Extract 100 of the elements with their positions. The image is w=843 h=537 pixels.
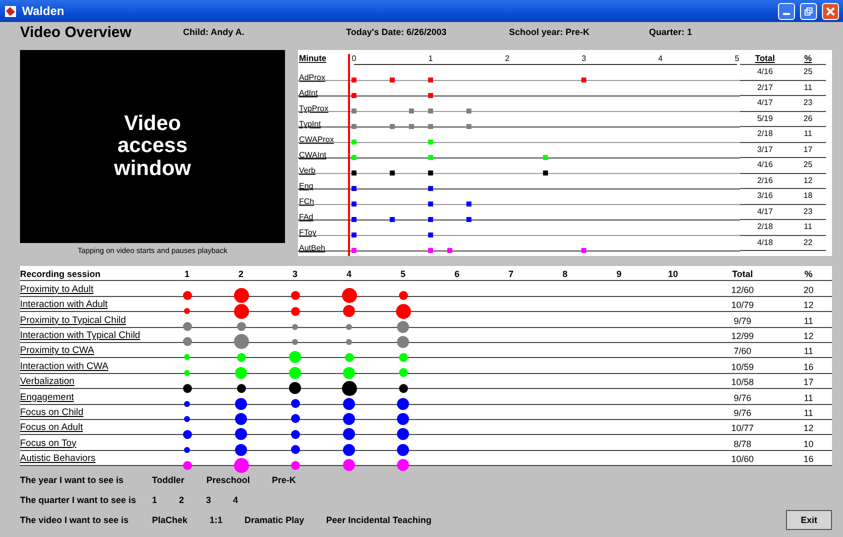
table-cell: 25 [790, 158, 826, 174]
minimize-icon [783, 13, 790, 15]
choice-option[interactable]: Peer Incidental Teaching [326, 515, 432, 525]
table-cell: 2/16 [740, 174, 790, 189]
row-label: Interaction with Typical Child [20, 330, 142, 342]
table-cell: 23 [790, 204, 826, 220]
choice-label: The year I want to see is [20, 475, 125, 485]
table-cell: 17 [790, 142, 826, 158]
app-icon [4, 4, 17, 18]
tick-label: 4 [658, 54, 663, 63]
table-cell-text: 10/60 [730, 453, 755, 466]
tick-label: 3 [582, 54, 586, 63]
table-cell-text: 12/60 [730, 284, 755, 296]
date-label: Today's Date: 6/26/2003 [346, 27, 448, 37]
video-window[interactable]: Video access window [20, 50, 285, 243]
row-label: Focus on Child [20, 406, 84, 419]
table-cell: 4/16 [740, 65, 790, 80]
table-cell: 5/19 [740, 112, 790, 127]
choice-option[interactable]: Pre-K [272, 475, 296, 485]
choice-option[interactable]: 3 [206, 495, 212, 505]
row-label: Focus on Toy [20, 438, 78, 450]
table-cell-text: 16 [802, 453, 814, 466]
close-button[interactable] [822, 2, 839, 20]
table-cell: 2/18 [740, 127, 790, 142]
table-cell: 11 [790, 220, 826, 236]
table-cell-text: 9/76 [732, 406, 752, 419]
table-cell-text: 12/99 [730, 330, 755, 342]
quarter-label: Quarter: 1 [649, 27, 694, 37]
row-label: FCh [299, 197, 314, 206]
table-cell-text: 10/77 [730, 422, 755, 434]
table-cell-text: 12 [802, 299, 814, 312]
tick-label: 1 [428, 54, 433, 63]
exit-button[interactable]: Exit [786, 510, 832, 530]
table-cell-text: 7/60 [732, 345, 752, 358]
row-label: Interaction with Adult [20, 299, 109, 312]
column-header: 8 [561, 268, 568, 280]
table-cell-text: 9/79 [732, 314, 752, 327]
row-label: Verb [299, 166, 316, 175]
choice-option[interactable]: 2 [179, 495, 184, 505]
column-header: 9 [615, 268, 622, 280]
column-header: 1 [183, 268, 190, 280]
row-label: CWAProx [299, 135, 334, 144]
row-label: CWAInt [299, 150, 326, 160]
table-cell: 25 [790, 65, 826, 80]
table-cell-text: 10/58 [730, 376, 755, 388]
row-label: Proximity to CWA [20, 345, 96, 358]
table-cell: 3/16 [740, 189, 790, 204]
column-header: Total [731, 268, 754, 280]
row-label: Proximity to Adult [20, 284, 94, 296]
table-cell: 11 [790, 80, 826, 96]
table-cell-text: 12 [802, 422, 814, 434]
table-cell-text: 12 [802, 330, 814, 342]
restore-button[interactable] [800, 2, 817, 20]
column-header: 7 [507, 268, 514, 280]
choice-option[interactable]: Toddler [152, 475, 184, 485]
choice-label: The video I want to see is [20, 515, 130, 525]
row-label: Verbalization [20, 376, 76, 388]
row-label: AdInt [299, 88, 318, 98]
table-cell: 4/16 [740, 158, 790, 174]
table-cell-text: 20 [802, 284, 814, 296]
choice-option[interactable]: PlaChek [152, 515, 188, 525]
child-label: Child: Andy A. [183, 27, 246, 37]
table-cell-text: 11 [802, 345, 814, 358]
column-header: % [803, 268, 814, 280]
table-cell: 4/18 [740, 236, 790, 251]
column-header: 10 [666, 268, 679, 280]
minimize-button[interactable] [778, 2, 795, 20]
table-cell-text: 10/79 [730, 299, 755, 312]
table-cell-text: 10 [802, 438, 814, 450]
tick-label: 2 [504, 54, 510, 63]
page-title: Video Overview [20, 24, 132, 40]
table-cell-text: 17 [802, 376, 814, 388]
table-cell: 26 [790, 112, 826, 127]
table-cell-text: 10/59 [730, 360, 755, 373]
table-cell: 4/17 [740, 96, 790, 112]
close-icon [826, 6, 835, 16]
tick-label: 5 [734, 54, 740, 63]
column-header: 6 [453, 268, 460, 280]
table-cell-text: 9/76 [732, 392, 752, 404]
choice-option[interactable]: Dramatic Play [244, 515, 304, 525]
column-header: 4 [345, 268, 352, 280]
tick-label: 0 [352, 54, 356, 63]
row-label: TypInt [299, 120, 321, 128]
row-label: Engagement [20, 392, 75, 404]
window-title: Walden [22, 4, 66, 18]
table-cell-text: 8/78 [732, 438, 752, 450]
column-header: % [790, 52, 826, 65]
school-year-label: School year: Pre-K [509, 27, 591, 37]
row-label: Focus on Adult [20, 422, 84, 434]
column-header: 2 [237, 268, 244, 280]
table-cell: 22 [790, 236, 826, 251]
choice-option[interactable]: 4 [233, 495, 238, 505]
restore-icon [804, 6, 813, 16]
row-label: Eng [299, 182, 314, 190]
axis-title: Minute [299, 53, 326, 63]
column-header: 3 [291, 268, 298, 280]
choice-option[interactable]: 1:1 [210, 515, 223, 525]
choice-option[interactable]: 1 [152, 495, 158, 505]
column-header: Total [740, 52, 790, 65]
choice-option[interactable]: Preschool [206, 475, 250, 485]
